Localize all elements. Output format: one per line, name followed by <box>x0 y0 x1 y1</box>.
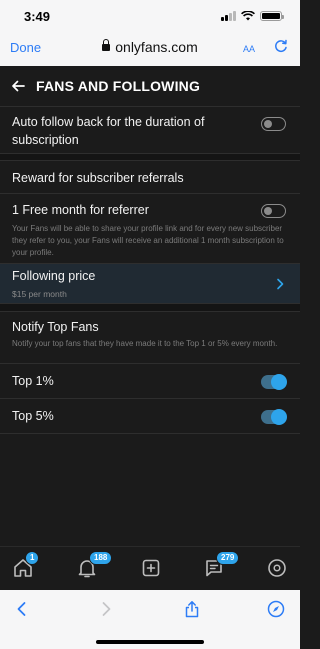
battery-icon <box>260 11 284 21</box>
wifi-icon <box>241 11 255 21</box>
tab-messages[interactable]: 279 <box>203 551 240 579</box>
lock-icon <box>102 39 111 51</box>
status-icons <box>221 11 284 21</box>
section-divider <box>0 154 300 161</box>
page-header: FANS AND FOLLOWING <box>0 66 300 107</box>
top-1-label: Top 1% <box>12 374 54 388</box>
url-text: onlyfans.com <box>115 39 198 55</box>
profile-icon <box>268 559 286 577</box>
add-post-icon <box>142 559 160 577</box>
following-price-row[interactable]: Following price $15 per month <box>0 264 300 304</box>
free-month-row[interactable]: 1 Free month for referrer Your Fans will… <box>0 194 300 264</box>
compass-icon[interactable] <box>267 600 285 618</box>
auto-follow-row[interactable]: Auto follow back for the duration of sub… <box>0 107 300 154</box>
section-divider <box>0 304 300 312</box>
free-month-description: Your Fans will be able to share your pro… <box>12 224 284 257</box>
status-time: 3:49 <box>24 9 51 24</box>
app-tab-bar: 1 188 279 <box>0 546 300 590</box>
cellular-signal-icon <box>221 11 236 21</box>
browser-back-icon[interactable] <box>13 600 31 618</box>
share-icon[interactable] <box>183 600 201 618</box>
top-1-row[interactable]: Top 1% <box>0 364 300 399</box>
page-title: FANS AND FOLLOWING <box>36 78 201 94</box>
notify-top-fans-title: Notify Top Fans <box>12 320 99 334</box>
browser-forward-icon[interactable] <box>97 600 115 618</box>
reload-icon[interactable] <box>273 38 289 54</box>
chevron-right-icon <box>277 278 284 290</box>
tab-home[interactable]: 1 <box>12 551 40 579</box>
text-size-button[interactable]: AA <box>243 40 255 55</box>
messages-badge: 279 <box>216 551 240 565</box>
home-indicator <box>96 640 204 644</box>
free-month-label: 1 Free month for referrer <box>12 203 149 217</box>
following-price-label: Following price <box>12 269 96 283</box>
top-5-label: Top 5% <box>12 409 54 423</box>
browser-top-chrome: 3:49 Done onlyfans.com AA <box>0 0 300 66</box>
top-5-row[interactable]: Top 5% <box>0 399 300 434</box>
referral-section-header: Reward for subscriber referrals <box>0 161 300 194</box>
back-arrow-icon[interactable] <box>10 78 26 94</box>
free-month-toggle[interactable] <box>261 204 286 218</box>
status-bar: 3:49 <box>0 0 300 30</box>
following-price-value: $15 per month <box>12 289 67 299</box>
top-1-toggle[interactable] <box>261 374 287 390</box>
notifications-badge: 188 <box>89 551 113 565</box>
auto-follow-label: Auto follow back for the duration of sub… <box>12 115 205 147</box>
text-size-label: AA <box>243 44 256 54</box>
tab-profile[interactable] <box>266 557 288 579</box>
top-5-toggle[interactable] <box>261 409 287 425</box>
notify-top-fans-description: Notify your top fans that they have made… <box>12 339 278 348</box>
tab-add-post[interactable] <box>140 557 162 579</box>
settings-page: FANS AND FOLLOWING Auto follow back for … <box>0 66 300 546</box>
tab-notifications[interactable]: 188 <box>76 551 113 579</box>
referral-section-title: Reward for subscriber referrals <box>12 171 184 185</box>
auto-follow-toggle[interactable] <box>261 117 286 131</box>
home-badge: 1 <box>25 551 40 565</box>
url-bar: Done onlyfans.com AA <box>0 36 300 60</box>
notify-top-fans-section: Notify Top Fans Notify your top fans tha… <box>0 312 300 364</box>
